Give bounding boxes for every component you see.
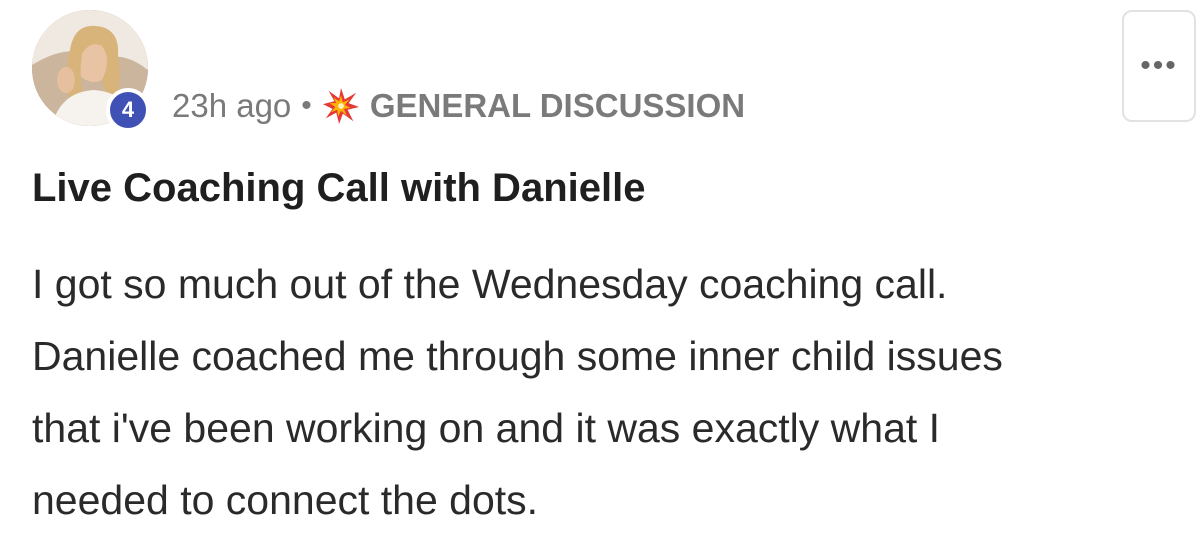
post-title[interactable]: Live Coaching Call with Danielle xyxy=(32,166,645,211)
post-body-line: Danielle coached me through some inner c… xyxy=(32,333,1003,379)
more-options-icon: ••• xyxy=(1140,49,1178,82)
post-timestamp: 23h ago xyxy=(172,87,292,124)
post-body-line: needed to connect the dots. xyxy=(32,477,539,523)
post-category-link[interactable]: GENERAL DISCUSSION xyxy=(370,87,745,125)
meta-separator: • xyxy=(301,89,312,122)
post-body: I got so much out of the Wednesday coach… xyxy=(32,248,1172,536)
post-meta: 23h ago • GENERAL DISCUSSION xyxy=(172,84,745,128)
community-post: 4 ​ 23h ago • GENERAL DISCUSSION ••• Liv… xyxy=(0,0,1200,539)
author-avatar-group[interactable]: 4 xyxy=(32,10,152,132)
post-body-line: I got so much out of the Wednesday coach… xyxy=(32,261,948,307)
level-badge: 4 xyxy=(106,88,150,132)
more-options-button[interactable]: ••• xyxy=(1122,10,1196,122)
collision-burst-icon xyxy=(322,87,359,125)
post-body-line: that i've been working on and it was exa… xyxy=(32,405,941,451)
